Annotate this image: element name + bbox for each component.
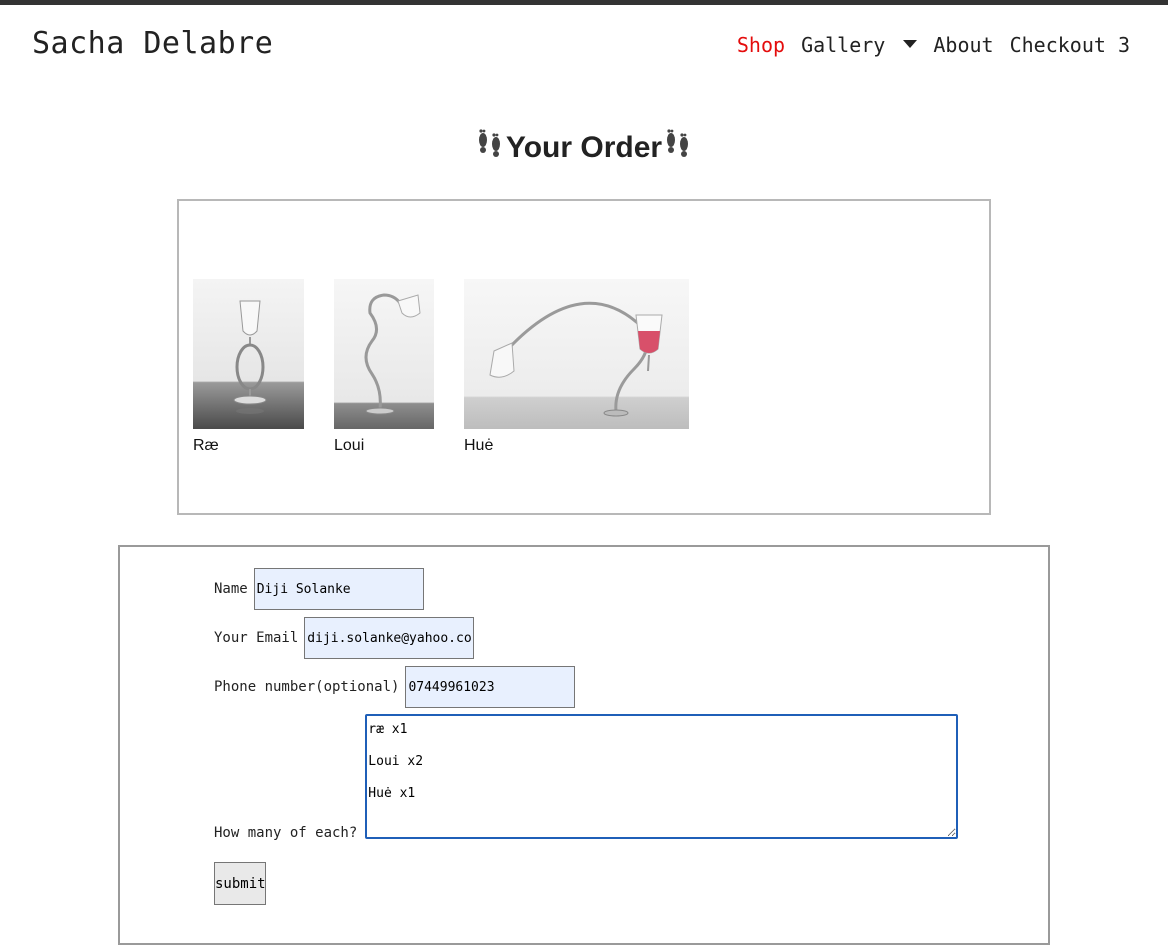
product-image-rae[interactable] — [193, 279, 304, 433]
name-label: Name — [214, 581, 248, 597]
email-row: Your Email — [214, 617, 475, 659]
page-title-text: Your Order — [505, 131, 663, 164]
order-gallery: Ræ Loui Huė — [177, 199, 991, 515]
nav-checkout-link[interactable]: Checkout 3 — [1010, 33, 1130, 57]
product-image-loui[interactable] — [334, 279, 434, 433]
order-item[interactable]: Ræ — [193, 279, 304, 455]
quantity-row: How many of each? ræ x1 Loui x2 Huė x1 — [214, 714, 959, 841]
phone-row: Phone number(optional) — [214, 666, 576, 708]
email-input[interactable] — [304, 617, 475, 659]
product-image-hue[interactable] — [464, 279, 689, 433]
order-item[interactable]: Huė — [464, 279, 689, 455]
nav-about-link[interactable]: About — [933, 33, 993, 57]
phone-label: Phone number(optional) — [214, 679, 400, 695]
order-form: Name Your Email Phone number(optional) H… — [118, 545, 1050, 945]
page-title: Your Order — [0, 127, 1168, 167]
submit-button[interactable]: submit — [214, 862, 266, 905]
order-item-name: Huė — [464, 437, 494, 454]
quantity-label: How many of each? — [214, 825, 358, 841]
order-item[interactable]: Loui — [334, 279, 434, 455]
name-input[interactable] — [253, 568, 424, 610]
nav-gallery-label: Gallery — [801, 33, 886, 57]
top-border — [0, 0, 1168, 5]
site-brand[interactable]: Sacha Delabre — [32, 26, 273, 61]
nav-shop-link[interactable]: Shop — [737, 33, 785, 57]
main-nav: Shop Gallery About Checkout 3 — [737, 33, 1130, 57]
name-row: Name — [214, 568, 424, 610]
quantity-textarea[interactable]: ræ x1 Loui x2 Huė x1 — [365, 714, 959, 839]
footprints-icon — [662, 127, 694, 167]
order-item-name: Loui — [334, 437, 365, 454]
caret-down-icon — [903, 40, 918, 48]
footprints-icon — [474, 127, 506, 167]
phone-input[interactable] — [405, 666, 576, 708]
nav-gallery-dropdown[interactable]: Gallery — [801, 33, 918, 57]
order-item-name: Ræ — [193, 437, 219, 454]
email-label: Your Email — [214, 630, 299, 646]
